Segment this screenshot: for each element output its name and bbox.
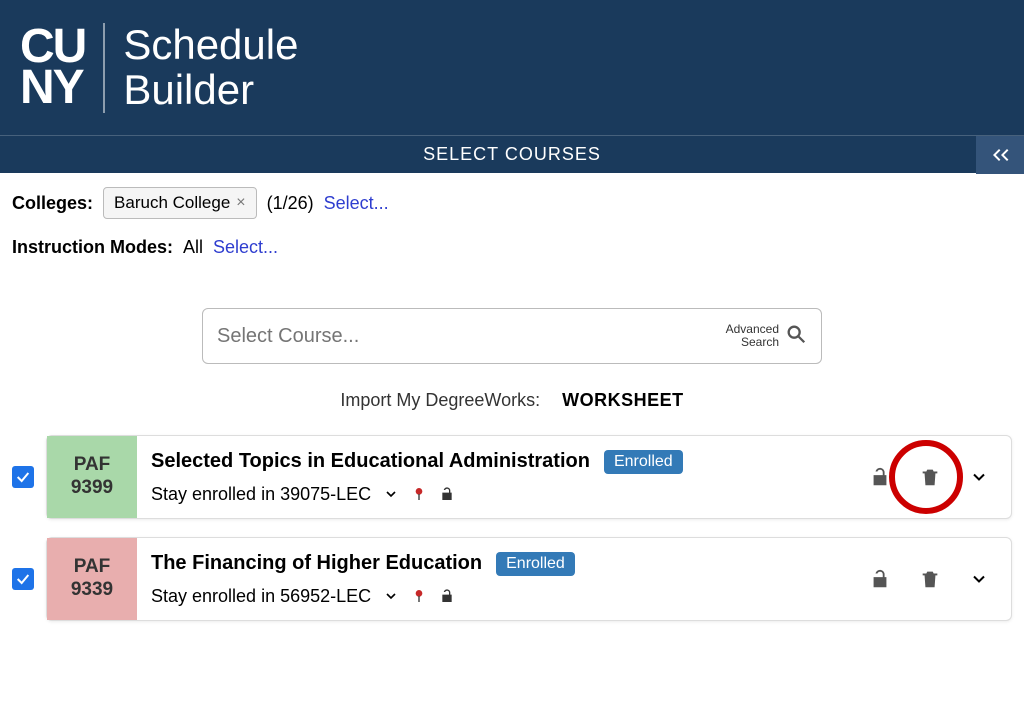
remove-college-icon[interactable]: × (236, 194, 245, 212)
delete-course-icon[interactable] (919, 466, 941, 488)
course-main: Selected Topics in Educational Administr… (137, 436, 869, 518)
advanced-search-label-2: Search (726, 336, 779, 349)
section-dropdown-icon[interactable] (383, 588, 399, 604)
course-checkbox[interactable] (12, 568, 34, 590)
course-card: PAF 9339 The Financing of Higher Educati… (46, 537, 1012, 621)
delete-course-icon[interactable] (919, 568, 941, 590)
course-search-input[interactable] (217, 325, 726, 348)
search-icon[interactable] (785, 323, 807, 350)
expand-course-icon[interactable] (969, 467, 989, 487)
lock-toggle-icon[interactable] (869, 568, 891, 590)
unlock-icon[interactable] (439, 486, 455, 502)
course-title-row: The Financing of Higher Education Enroll… (151, 552, 855, 576)
course-card: PAF 9399 Selected Topics in Educational … (46, 435, 1012, 519)
course-title-row: Selected Topics in Educational Administr… (151, 450, 855, 474)
course-number: 9399 (71, 477, 113, 500)
course-sub-row: Stay enrolled in 56952-LEC (151, 586, 855, 607)
collapse-panel-button[interactable] (976, 136, 1024, 174)
course-search-box[interactable]: Advanced Search (202, 308, 822, 364)
modes-label: Instruction Modes: (12, 237, 173, 258)
app-title-line2: Builder (123, 68, 298, 112)
search-area: Advanced Search Import My DegreeWorks: W… (0, 308, 1024, 411)
worksheet-button[interactable]: WORKSHEET (562, 390, 684, 411)
college-count: (1/26) (267, 193, 314, 214)
app-header: CU NY Schedule Builder (0, 0, 1024, 135)
course-row: PAF 9399 Selected Topics in Educational … (12, 435, 1012, 519)
course-dept: PAF (74, 556, 111, 579)
expand-course-icon[interactable] (969, 569, 989, 589)
stay-enrolled-text: Stay enrolled in 56952-LEC (151, 586, 371, 607)
advanced-search-button[interactable]: Advanced Search (726, 323, 779, 349)
course-actions (869, 538, 1011, 620)
select-colleges-link[interactable]: Select... (324, 193, 389, 214)
status-badge: Enrolled (496, 552, 575, 576)
modes-filter-row: Instruction Modes: All Select... (12, 237, 1012, 258)
course-actions (869, 436, 1011, 518)
double-chevron-left-icon (988, 143, 1012, 167)
course-list: PAF 9399 Selected Topics in Educational … (0, 435, 1024, 621)
pin-icon[interactable] (411, 588, 427, 604)
course-main: The Financing of Higher Education Enroll… (137, 538, 869, 620)
status-badge: Enrolled (604, 450, 683, 474)
colleges-filter-row: Colleges: Baruch College × (1/26) Select… (12, 187, 1012, 219)
check-icon (15, 469, 31, 485)
check-icon (15, 571, 31, 587)
import-label: Import My DegreeWorks: (340, 390, 540, 411)
import-row: Import My DegreeWorks: WORKSHEET (340, 390, 683, 411)
subheader: SELECT COURSES (0, 135, 1024, 173)
college-chip-label: Baruch College (114, 193, 230, 213)
course-sub-row: Stay enrolled in 39075-LEC (151, 484, 855, 505)
filters-section: Colleges: Baruch College × (1/26) Select… (0, 173, 1024, 258)
course-title: Selected Topics in Educational Administr… (151, 450, 590, 473)
course-title: The Financing of Higher Education (151, 552, 482, 575)
cuny-logo: CU NY (20, 27, 85, 109)
lock-toggle-icon[interactable] (869, 466, 891, 488)
select-modes-link[interactable]: Select... (213, 237, 278, 258)
course-dept: PAF (74, 454, 111, 477)
course-number: 9339 (71, 579, 113, 602)
course-checkbox[interactable] (12, 466, 34, 488)
course-row: PAF 9339 The Financing of Higher Educati… (12, 537, 1012, 621)
college-chip[interactable]: Baruch College × (103, 187, 257, 219)
pin-icon[interactable] (411, 486, 427, 502)
colleges-label: Colleges: (12, 193, 93, 214)
course-code-badge: PAF 9399 (47, 436, 137, 518)
app-title-line1: Schedule (123, 23, 298, 67)
unlock-icon[interactable] (439, 588, 455, 604)
modes-value: All (183, 237, 203, 258)
logo-block: CU NY Schedule Builder (20, 23, 298, 113)
page-title: SELECT COURSES (423, 144, 601, 165)
app-title: Schedule Builder (123, 23, 298, 111)
stay-enrolled-text: Stay enrolled in 39075-LEC (151, 484, 371, 505)
section-dropdown-icon[interactable] (383, 486, 399, 502)
course-code-badge: PAF 9339 (47, 538, 137, 620)
logo-divider (103, 23, 105, 113)
